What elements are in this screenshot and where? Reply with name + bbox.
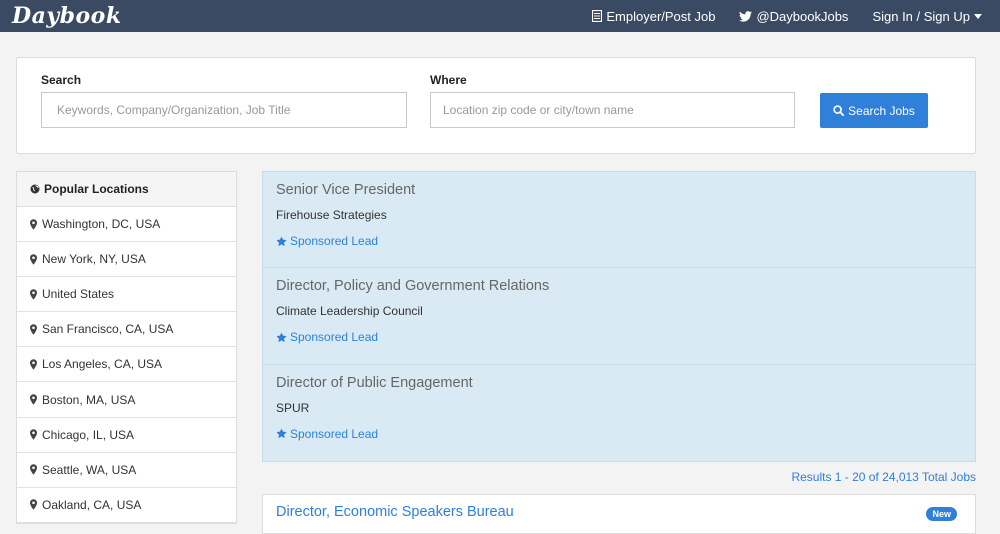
location-item[interactable]: United States [17, 277, 236, 313]
top-navbar: Daybook Employer/Post Job @DaybookJobs S… [0, 0, 1000, 32]
job-listing-card: Director, Economic Speakers Bureau New [262, 494, 976, 534]
where-label: Where [430, 73, 467, 87]
sponsored-job-card: Director, Policy and Government Relation… [263, 268, 975, 365]
location-label: Boston, MA, USA [42, 392, 136, 407]
popular-locations-header: Popular Locations [17, 172, 236, 207]
popular-locations-title: Popular Locations [44, 182, 149, 196]
map-marker-icon [30, 499, 37, 511]
star-icon [276, 235, 287, 246]
location-label: Chicago, IL, USA [42, 427, 135, 442]
map-marker-icon [30, 359, 37, 370]
job-company: Climate Leadership Council [276, 304, 423, 319]
nav-links: Employer/Post Job @DaybookJobs Sign In /… [592, 9, 982, 24]
sponsored-job-card: Senior Vice President Firehouse Strategi… [263, 172, 975, 269]
search-jobs-button[interactable]: Search Jobs [820, 93, 928, 128]
logo[interactable]: Daybook [12, 3, 122, 29]
star-icon [276, 332, 287, 342]
sponsored-lead-label: Sponsored Lead [290, 426, 379, 441]
job-title-link[interactable]: Director, Policy and Government Relation… [276, 278, 962, 294]
sponsored-lead-label: Sponsored Lead [290, 330, 379, 345]
caret-down-icon [974, 13, 982, 19]
search-jobs-label: Search Jobs [848, 103, 915, 118]
location-item[interactable]: New York, NY, USA [17, 242, 236, 278]
sponsored-lead-tag[interactable]: Sponsored Lead [276, 234, 962, 248]
sponsored-jobs-panel: Senior Vice President Firehouse Strategi… [262, 171, 976, 462]
location-item[interactable]: San Francisco, CA, USA [17, 312, 236, 348]
location-label: Washington, DC, USA [42, 217, 161, 232]
employer-post-job-link[interactable]: Employer/Post Job [592, 9, 715, 24]
location-label: Seattle, WA, USA [42, 462, 137, 477]
map-marker-icon [30, 429, 37, 440]
employer-post-job-label: Employer/Post Job [606, 8, 716, 24]
map-marker-icon [30, 288, 37, 300]
job-title-link[interactable]: Senior Vice President [276, 182, 962, 198]
job-company: SPUR [276, 400, 310, 415]
location-label: New York, NY, USA [42, 252, 146, 267]
map-marker-icon [30, 324, 37, 335]
location-label: San Francisco, CA, USA [42, 322, 174, 337]
twitter-icon [739, 10, 753, 22]
job-title-link[interactable]: Director, Economic Speakers Bureau [276, 504, 962, 520]
map-marker-icon [30, 253, 37, 265]
search-label: Search [41, 73, 82, 87]
globe-icon [30, 184, 40, 194]
sign-in-dropdown[interactable]: Sign In / Sign Up [872, 9, 982, 24]
location-item[interactable]: Chicago, IL, USA [17, 418, 236, 453]
location-item[interactable]: Boston, MA, USA [17, 382, 236, 418]
location-item[interactable]: Los Angeles, CA, USA [17, 347, 236, 383]
sponsored-lead-label: Sponsored Lead [290, 234, 379, 248]
twitter-link[interactable]: @DaybookJobs [739, 9, 848, 24]
document-icon [592, 10, 603, 22]
location-item[interactable]: Washington, DC, USA [17, 207, 236, 243]
sponsored-lead-tag[interactable]: Sponsored Lead [276, 427, 962, 441]
sponsored-lead-tag[interactable]: Sponsored Lead [276, 330, 962, 344]
results-count: Results 1 - 20 of 24,013 Total Jobs [791, 470, 976, 484]
location-item[interactable]: Oakland, CA, USA [17, 488, 236, 523]
map-marker-icon [30, 464, 37, 475]
job-company: Firehouse Strategies [276, 208, 387, 222]
star-icon [276, 428, 287, 439]
where-input[interactable] [430, 92, 795, 128]
location-label: United States [42, 287, 115, 302]
search-input[interactable] [41, 92, 407, 128]
search-panel: Search Where Search Jobs [16, 57, 976, 154]
sign-in-label: Sign In / Sign Up [872, 8, 970, 24]
location-item[interactable]: Seattle, WA, USA [17, 453, 236, 488]
map-marker-icon [30, 394, 37, 405]
search-icon [833, 105, 845, 116]
location-label: Los Angeles, CA, USA [42, 357, 163, 372]
new-badge: New [926, 507, 957, 521]
twitter-label: @DaybookJobs [756, 8, 849, 24]
location-label: Oakland, CA, USA [42, 497, 142, 512]
popular-locations-panel: Popular Locations Washington, DC, USA Ne… [16, 171, 237, 524]
job-title-link[interactable]: Director of Public Engagement [276, 375, 962, 391]
map-marker-icon [30, 218, 37, 230]
sponsored-job-card: Director of Public Engagement SPUR Spons… [263, 365, 975, 461]
